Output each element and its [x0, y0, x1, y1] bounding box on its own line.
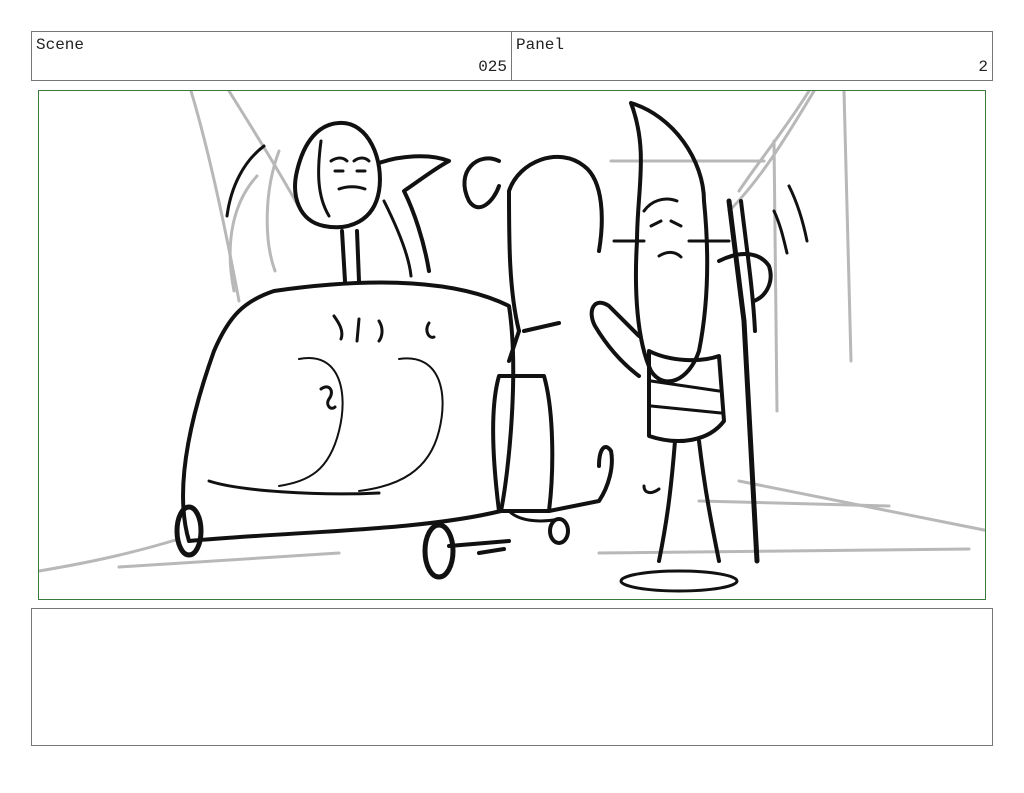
egg-character-left — [293, 120, 451, 283]
panel-field: Panel 2 — [511, 31, 993, 81]
extinguisher — [462, 155, 614, 545]
scene-label: Scene — [36, 36, 85, 54]
cart-vehicle — [174, 280, 516, 580]
scene-field: Scene 025 — [31, 31, 512, 81]
notes-box — [31, 608, 993, 746]
storyboard-sketch — [39, 91, 985, 593]
panel-number: 2 — [978, 58, 988, 76]
motion-lines — [225, 144, 266, 218]
storyboard-frame — [38, 90, 986, 600]
panel-label: Panel — [516, 36, 565, 54]
scene-number: 025 — [478, 58, 507, 76]
